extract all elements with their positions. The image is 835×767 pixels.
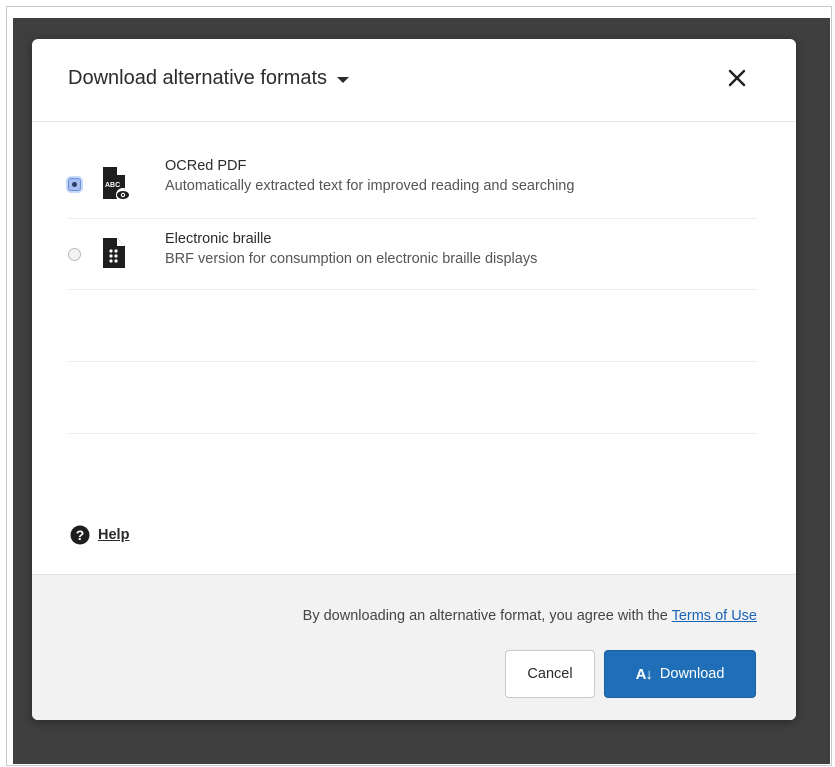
format-list: ABC OCRed PDF Automatically extracted te…: [68, 137, 757, 434]
download-button[interactable]: A↓ Download: [604, 650, 756, 698]
format-title: OCRed PDF: [165, 158, 247, 174]
download-dialog: Download alternative formats ABC OCRed P…: [32, 39, 796, 720]
dialog-footer: By downloading an alternative format, yo…: [32, 574, 796, 720]
format-radio-electronic-braille[interactable]: [68, 248, 81, 261]
cancel-button[interactable]: Cancel: [505, 650, 595, 698]
dialog-header: Download alternative formats: [32, 39, 796, 122]
terms-notice: By downloading an alternative format, yo…: [303, 608, 757, 624]
format-description: Automatically extracted text for improve…: [165, 178, 575, 194]
dialog-title: Download alternative formats: [68, 67, 328, 89]
format-description: BRF version for consumption on electroni…: [165, 251, 538, 267]
format-title: Electronic braille: [165, 231, 272, 247]
format-option-electronic-braille[interactable]: Electronic braille BRF version for consu…: [68, 219, 757, 290]
title-dropdown[interactable]: Download alternative formats: [68, 67, 350, 90]
download-arrow-icon: A↓: [635, 665, 653, 683]
format-text-ocred-pdf: OCRed PDF Automatically extracted text f…: [165, 157, 574, 195]
format-option-ocred-pdf[interactable]: ABC OCRed PDF Automatically extracted te…: [68, 137, 757, 219]
download-label: Download: [659, 666, 725, 682]
terms-of-use-link[interactable]: Terms of Use: [672, 608, 757, 624]
format-text-electronic-braille: Electronic braille BRF version for consu…: [165, 230, 537, 268]
format-radio-ocred-pdf[interactable]: [68, 178, 81, 191]
file-icon-text: ABC: [105, 182, 120, 189]
close-icon: [728, 69, 746, 87]
empty-row: [68, 290, 757, 362]
svg-text:?: ?: [76, 527, 85, 543]
download-icon-text: A: [635, 665, 647, 683]
caret-down-icon: [337, 77, 350, 83]
help-label: Help: [98, 527, 130, 543]
terms-prefix: By downloading an alternative format, yo…: [302, 608, 672, 624]
help-link[interactable]: ? Help: [70, 525, 129, 545]
empty-row: [68, 362, 757, 434]
question-circle-icon: ?: [70, 525, 90, 545]
file-abc-eye-icon: ABC: [101, 165, 130, 202]
close-button[interactable]: [724, 65, 750, 91]
file-braille-icon: [101, 236, 127, 270]
